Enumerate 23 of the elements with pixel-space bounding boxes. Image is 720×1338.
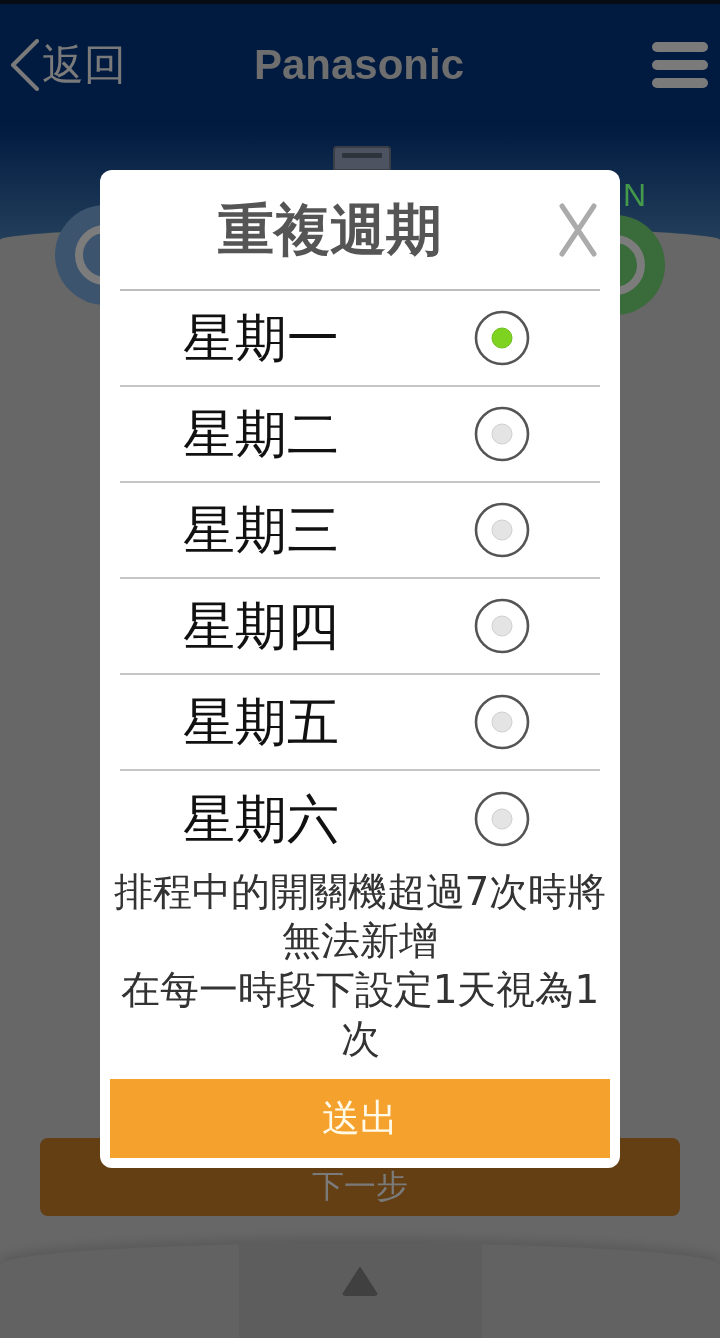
day-label: 星期五 — [183, 692, 339, 752]
chevron-icon — [10, 39, 40, 91]
day-label: 星期一 — [183, 308, 339, 368]
radio-button[interactable] — [474, 310, 530, 366]
day-label: 星期四 — [183, 596, 339, 656]
submit-button[interactable]: 送出 — [110, 1079, 610, 1158]
radio-button[interactable] — [474, 406, 530, 462]
day-label: 星期二 — [183, 404, 339, 464]
notice-text: 在每一時段下設定1天視為1次 — [119, 966, 601, 1063]
triangle-up-icon — [341, 1265, 379, 1297]
menu-icon[interactable] — [652, 42, 708, 88]
day-label: 星期三 — [183, 500, 339, 560]
notice-text: 排程中的開關機超過7次時將無法新增 — [112, 868, 608, 965]
radio-button[interactable] — [474, 791, 530, 847]
radio-button[interactable] — [474, 502, 530, 558]
radio-button[interactable] — [474, 694, 530, 750]
back-button[interactable]: 返回 — [10, 37, 126, 93]
radio-button[interactable] — [474, 598, 530, 654]
device-icon — [333, 146, 391, 170]
dialog-title: 重複週期 — [217, 197, 443, 262]
power-label: N — [623, 178, 647, 212]
app-title: Panasonic — [253, 41, 465, 89]
day-label: 星期六 — [183, 789, 339, 849]
